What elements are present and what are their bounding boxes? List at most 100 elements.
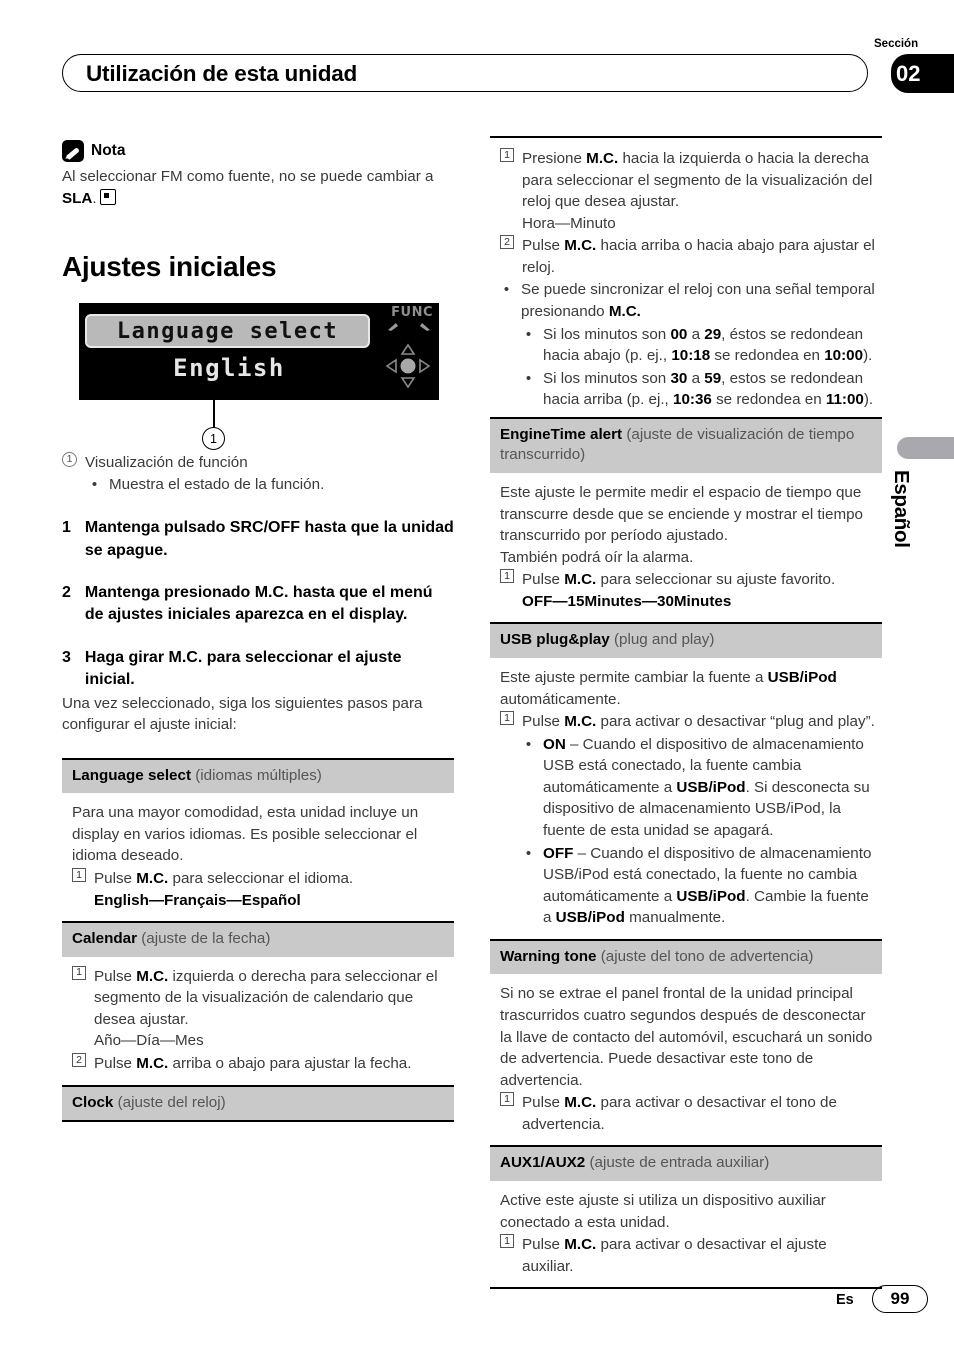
setting-aux1-aux2: AUX1/AUX2 (ajuste de entrada auxiliar) A… — [490, 1145, 882, 1290]
func-arrows-icon — [388, 323, 430, 332]
squared-number-1: 1 — [500, 1092, 514, 1107]
clock-steps-body: 1 Presione M.C. hacia la izquierda o hac… — [490, 138, 882, 417]
clock-sync-bullet: Se puede sincronizar el reloj con una se… — [521, 281, 875, 321]
nota-title: Nota — [91, 142, 126, 159]
page-title: Utilización de esta unidad — [86, 61, 358, 86]
setting-enginetime-alert: EngineTime alert (ajuste de visualizació… — [490, 416, 882, 623]
setting-warning-tone-subtitle: (ajuste del tono de advertencia) — [600, 947, 814, 965]
setting-language-select-header: Language select (idiomas múltiples) — [62, 757, 454, 794]
bullet-icon: • — [525, 325, 532, 343]
setting-clock-header: Clock (ajuste del reloj) — [62, 1084, 454, 1121]
squared-number-1: 1 — [500, 1234, 514, 1249]
setting-aux1-aux2-bottom-rule — [490, 1287, 882, 1290]
step-1: 1 Mantenga pulsado SRC/OFF hasta que la … — [62, 517, 454, 562]
clock-step-1: Presione M.C. hacia la izquierda o hacia… — [522, 150, 873, 211]
setting-aux1-aux2-body: Active este ajuste si utiliza un disposi… — [490, 1181, 882, 1287]
lcd-highlight-strip: Language select — [85, 314, 370, 349]
setting-warning-tone-header: Warning tone (ajuste del tono de adverte… — [490, 938, 882, 975]
nota-block: Nota Al seleccionar FM como fuente, no s… — [62, 140, 454, 209]
language-tab-bar — [897, 437, 954, 459]
setting-aux1-aux2-title: AUX1/AUX2 — [500, 1154, 586, 1172]
callout-label: Visualización de función — [85, 454, 248, 472]
setting-enginetime-alert-title: EngineTime alert — [500, 425, 623, 443]
setting-usb-step: Pulse M.C. para activar o desactivar “pl… — [522, 713, 875, 731]
squared-number-1: 1 — [500, 569, 514, 584]
language-tab-label: Español — [890, 470, 913, 548]
squared-number-1: 1 — [72, 868, 86, 883]
setting-language-select-title: Language select — [72, 766, 192, 784]
step-2-number: 2 — [62, 584, 71, 602]
setting-calendar-step-1: Pulse M.C. izquierda o derecha para sele… — [94, 967, 438, 1028]
setting-warning-tone-step: Pulse M.C. para activar o desactivar el … — [522, 1094, 837, 1133]
step-3-text: Haga girar M.C. para seleccionar el ajus… — [84, 648, 402, 689]
lcd-figure: Language select English FUNC 1 — [62, 303, 454, 451]
setting-calendar-header: Calendar (ajuste de la fecha) — [62, 921, 454, 957]
step-3: 3 Haga girar M.C. para seleccionar el aj… — [62, 647, 454, 692]
setting-clock: Clock (ajuste del reloj) — [62, 1084, 454, 1123]
setting-aux1-aux2-intro: Active este ajuste si utiliza un disposi… — [500, 1191, 826, 1231]
footer-page-number: 99 — [872, 1285, 928, 1313]
page-heading: Ajustes iniciales — [62, 251, 277, 283]
dpad-icon — [385, 343, 431, 389]
setting-aux1-aux2-subtitle: (ajuste de entrada auxiliar) — [589, 1154, 770, 1172]
clock-rounding-bullet-2: Si los minutos son 30 a 59, estos se red… — [543, 369, 874, 409]
setting-calendar-subtitle: (ajuste de la fecha) — [141, 930, 271, 948]
bullet-icon: • — [525, 735, 532, 753]
setting-calendar-step-1-options: Año—Día—Mes — [94, 1032, 204, 1050]
setting-warning-tone-intro: Si no se extrae el panel frontal de la u… — [500, 985, 873, 1089]
circled-number-1: 1 — [62, 452, 77, 468]
setting-language-select-options: English—Français—Español — [94, 891, 301, 909]
squared-number-2: 2 — [72, 1053, 86, 1068]
setting-language-select: Language select (idiomas múltiples) Para… — [62, 757, 454, 921]
pencil-icon — [62, 140, 84, 162]
setting-usb-plug-and-play-subtitle: (plug and play) — [613, 631, 715, 649]
bullet-icon: • — [525, 844, 532, 862]
setting-clock-title: Clock — [72, 1093, 114, 1111]
callout-leader-line — [213, 400, 215, 431]
clock-step-1-options: Hora—Minuto — [522, 214, 616, 232]
setting-usb-plug-and-play: USB plug&play (plug and play) Este ajust… — [490, 622, 882, 938]
setting-language-select-step: Pulse M.C. para seleccionar el idioma. — [94, 870, 354, 888]
callout-bullet: • Muestra el estado de la función. — [88, 474, 454, 496]
setting-language-select-intro: Para una mayor comodidad, esta unidad in… — [72, 804, 419, 865]
bullet-icon: • — [503, 281, 510, 299]
setting-warning-tone-body: Si no se extrae el panel frontal de la u… — [490, 974, 882, 1145]
setting-usb-plug-and-play-body: Este ajuste permite cambiar la fuente a … — [490, 658, 882, 939]
end-of-note-icon — [99, 188, 116, 205]
callout-description: 1 Visualización de función — [62, 452, 454, 474]
setting-clock-subtitle: (ajuste del reloj) — [117, 1093, 226, 1111]
step-2: 2 Mantenga presionado M.C. hasta que el … — [62, 582, 454, 627]
step-2-text: Mantenga presionado M.C. hasta que el me… — [84, 584, 433, 624]
lcd-line-2: English — [173, 354, 285, 383]
callout-marker-1: 1 — [202, 427, 225, 451]
lcd-line-1: Language select — [116, 319, 339, 345]
setting-calendar-title: Calendar — [72, 930, 137, 948]
setting-enginetime-alert-step: Pulse M.C. para seleccionar su ajuste fa… — [522, 571, 836, 589]
setting-warning-tone-title: Warning tone — [500, 947, 597, 965]
lcd-screen: Language select English FUNC — [79, 303, 439, 401]
page-header: Utilización de esta unidad — [62, 54, 872, 94]
step-3-number: 3 — [62, 648, 71, 666]
setting-usb-plug-and-play-header: USB plug&play (plug and play) — [490, 622, 882, 658]
setting-enginetime-alert-intro-1: Este ajuste le permite medir el espacio … — [500, 483, 864, 545]
section-number-badge: 02 — [891, 54, 954, 93]
step-1-number: 1 — [62, 519, 71, 537]
after-step-3-text: Una vez seleccionado, siga los siguiente… — [62, 694, 423, 734]
setting-calendar-step-2: Pulse M.C. arriba o abajo para ajustar l… — [94, 1055, 412, 1073]
squared-number-1: 1 — [72, 965, 86, 980]
setting-calendar: Calendar (ajuste de la fecha) 1 Pulse M.… — [62, 921, 454, 1084]
setting-usb-option-on: ON – Cuando el dispositivo de almacenami… — [543, 735, 870, 839]
setting-usb-plug-and-play-title: USB plug&play — [500, 631, 610, 649]
func-label: FUNC — [391, 305, 433, 321]
setting-aux1-aux2-header: AUX1/AUX2 (ajuste de entrada auxiliar) — [490, 1145, 882, 1181]
squared-number-1: 1 — [500, 711, 514, 726]
squared-number-2: 2 — [500, 235, 514, 250]
setting-enginetime-alert-body: Este ajuste le permite medir el espacio … — [490, 473, 882, 622]
setting-calendar-body: 1 Pulse M.C. izquierda o derecha para se… — [62, 957, 454, 1085]
setting-usb-intro: Este ajuste permite cambiar la fuente a … — [500, 668, 837, 708]
clock-rounding-bullet-1: Si los minutos son 00 a 29, éstos se red… — [543, 325, 873, 365]
setting-warning-tone: Warning tone (ajuste del tono de adverte… — [490, 938, 882, 1146]
footer-language-code: Es — [836, 1292, 854, 1308]
callout-bullet-text: Muestra el estado de la función. — [109, 475, 325, 493]
bullet-icon: • — [525, 369, 532, 387]
